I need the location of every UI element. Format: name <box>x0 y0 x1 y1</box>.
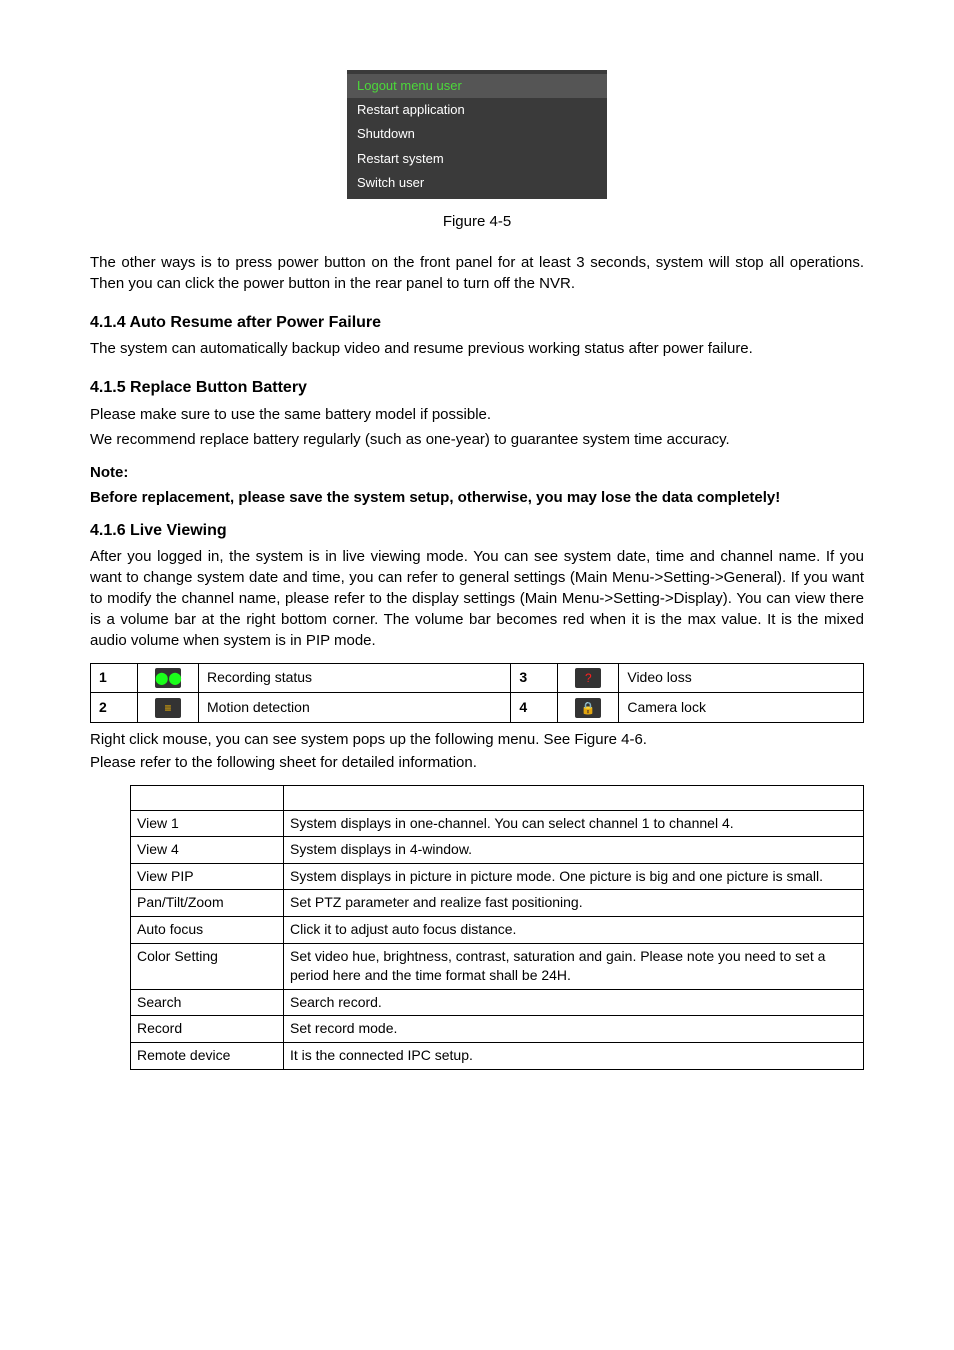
empty-cell <box>131 785 284 810</box>
cell-label: Record <box>131 1016 284 1043</box>
cell-icon: ≡ <box>138 693 199 722</box>
context-menu-screenshot: Logout menu user Restart application Shu… <box>347 70 607 199</box>
table-row: Color Setting Set video hue, brightness,… <box>131 943 864 989</box>
paragraph: We recommend replace battery regularly (… <box>90 429 864 450</box>
menu-info-table: View 1 System displays in one-channel. Y… <box>130 785 864 1070</box>
cell-icon: 🔒 <box>558 693 619 722</box>
cell-value: Click it to adjust auto focus distance. <box>284 917 864 944</box>
cell-label: Search <box>131 989 284 1016</box>
cell-value: Search record. <box>284 989 864 1016</box>
cell-value: Set record mode. <box>284 1016 864 1043</box>
cell-desc: Motion detection <box>199 693 511 722</box>
camera-lock-icon: 🔒 <box>575 698 601 718</box>
cell-value: Set video hue, brightness, contrast, sat… <box>284 943 864 989</box>
table-row: Remote device It is the connected IPC se… <box>131 1043 864 1070</box>
cell-label: Pan/Tilt/Zoom <box>131 890 284 917</box>
table-row: Auto focus Click it to adjust auto focus… <box>131 917 864 944</box>
cell-number: 2 <box>91 693 138 722</box>
table-row: View 1 System displays in one-channel. Y… <box>131 810 864 837</box>
cell-desc: Recording status <box>199 664 511 693</box>
section-heading: 4.1.4 Auto Resume after Power Failure <box>90 312 864 334</box>
note-label: Note: <box>90 462 864 483</box>
recording-status-icon: ⬤⬤ <box>155 668 181 688</box>
status-icon-table: 1 ⬤⬤ Recording status 3 ? Video loss 2 ≡… <box>90 663 864 723</box>
section-heading: 4.1.6 Live Viewing <box>90 520 864 542</box>
paragraph: Right click mouse, you can see system po… <box>90 729 864 750</box>
video-loss-icon: ? <box>575 668 601 688</box>
paragraph: Please make sure to use the same battery… <box>90 404 864 425</box>
cell-desc: Camera lock <box>619 693 864 722</box>
cell-value: System displays in picture in picture mo… <box>284 863 864 890</box>
table-row <box>131 785 864 810</box>
section-heading: 4.1.5 Replace Button Battery <box>90 377 864 399</box>
motion-detection-icon: ≡ <box>155 698 181 718</box>
menu-item: Shutdown <box>347 122 607 146</box>
paragraph: After you logged in, the system is in li… <box>90 546 864 651</box>
cell-value: System displays in one-channel. You can … <box>284 810 864 837</box>
table-row: View 4 System displays in 4-window. <box>131 837 864 864</box>
note-text: Before replacement, please save the syst… <box>90 487 864 508</box>
table-row: View PIP System displays in picture in p… <box>131 863 864 890</box>
menu-item: Restart system <box>347 147 607 171</box>
empty-cell <box>284 785 864 810</box>
cell-value: System displays in 4-window. <box>284 837 864 864</box>
cell-number: 4 <box>511 693 558 722</box>
cell-value: It is the connected IPC setup. <box>284 1043 864 1070</box>
menu-item: Switch user <box>347 171 607 195</box>
cell-number: 3 <box>511 664 558 693</box>
cell-label: Auto focus <box>131 917 284 944</box>
cell-label: View 1 <box>131 810 284 837</box>
table-row: 2 ≡ Motion detection 4 🔒 Camera lock <box>91 693 864 722</box>
cell-desc: Video loss <box>619 664 864 693</box>
cell-icon: ? <box>558 664 619 693</box>
figure-caption: Figure 4-5 <box>90 211 864 232</box>
cell-value: Set PTZ parameter and realize fast posit… <box>284 890 864 917</box>
table-row: Search Search record. <box>131 989 864 1016</box>
menu-item: Logout menu user <box>347 74 607 98</box>
cell-label: View 4 <box>131 837 284 864</box>
cell-label: Color Setting <box>131 943 284 989</box>
cell-icon: ⬤⬤ <box>138 664 199 693</box>
cell-label: Remote device <box>131 1043 284 1070</box>
paragraph: Please refer to the following sheet for … <box>90 752 864 773</box>
paragraph: The system can automatically backup vide… <box>90 338 864 359</box>
cell-number: 1 <box>91 664 138 693</box>
paragraph: The other ways is to press power button … <box>90 252 864 294</box>
table-row: 1 ⬤⬤ Recording status 3 ? Video loss <box>91 664 864 693</box>
cell-label: View PIP <box>131 863 284 890</box>
table-row: Pan/Tilt/Zoom Set PTZ parameter and real… <box>131 890 864 917</box>
menu-item: Restart application <box>347 98 607 122</box>
table-row: Record Set record mode. <box>131 1016 864 1043</box>
